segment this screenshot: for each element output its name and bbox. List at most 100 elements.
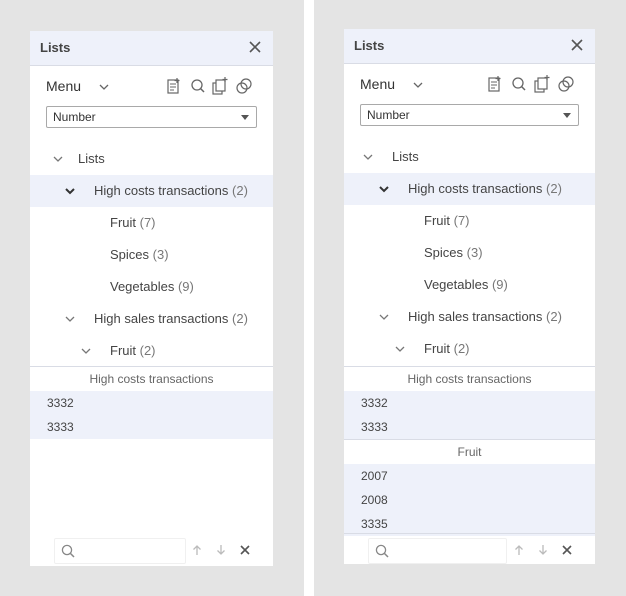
tree-item-label: Vegetables [110, 279, 175, 294]
arrow-up-icon[interactable] [191, 544, 203, 556]
tree-item-count: (2) [232, 311, 248, 326]
tree-item-lists-root[interactable]: Lists [30, 143, 273, 175]
tree-item-fruit[interactable]: Fruit (7) [344, 205, 595, 237]
tree-item-label: High sales transactions [408, 309, 543, 324]
search-icon [61, 544, 75, 558]
tree-item-high-costs-transactions[interactable]: High costs transactions (2) [30, 175, 273, 207]
sort-by-select[interactable]: Number [360, 104, 579, 126]
search-bar [30, 534, 273, 566]
tree-item-count: (7) [139, 215, 156, 230]
chevron-down-icon[interactable] [64, 313, 76, 325]
tree-item-label: Vegetables [424, 277, 489, 292]
tree-item-label: Fruit [110, 343, 136, 358]
panel-header: Lists [30, 31, 273, 66]
tree-item-lists-root[interactable]: Lists [344, 141, 595, 173]
chevron-down-icon[interactable] [98, 81, 110, 93]
tree-item-count: (2) [546, 181, 562, 196]
close-icon[interactable] [569, 37, 585, 53]
select-value: Number [367, 108, 410, 122]
search-bar [344, 533, 595, 566]
list-value-item[interactable]: 3333 [344, 415, 595, 439]
tree-item-count: (2) [546, 309, 562, 324]
tree-item-count: (2) [139, 343, 156, 358]
tree-item-label: Fruit [424, 341, 450, 356]
tree-item-fruit-sales[interactable]: Fruit (2) [344, 333, 595, 365]
chevron-down-icon[interactable] [378, 183, 390, 195]
chevron-down-icon[interactable] [394, 343, 406, 355]
tree-item-label: Lists [78, 151, 105, 166]
menu-row: Menu [30, 75, 273, 99]
tree-item-count: (3) [152, 247, 169, 262]
copy-list-icon[interactable] [534, 75, 550, 93]
search-icon[interactable] [190, 77, 206, 95]
list-value-item[interactable]: 3332 [344, 391, 595, 415]
tree-item-count: (9) [177, 279, 194, 294]
tree-item-vegetables[interactable]: Vegetables (9) [344, 269, 595, 301]
panel-title: Lists [40, 40, 71, 55]
arrow-down-icon[interactable] [215, 544, 227, 556]
tree-item-vegetables[interactable]: Vegetables (9) [30, 271, 273, 303]
tree-item-label: High sales transactions [94, 311, 229, 326]
sort-by-select[interactable]: Number [46, 106, 257, 128]
chevron-down-icon[interactable] [64, 185, 76, 197]
search-icon [375, 544, 389, 558]
compare-lists-icon[interactable] [558, 75, 574, 93]
new-list-icon[interactable] [487, 75, 503, 93]
tree-item-label: Fruit [110, 215, 136, 230]
screenshot-divider [304, 0, 314, 596]
select-value: Number [53, 110, 96, 124]
copy-list-icon[interactable] [212, 77, 228, 95]
compare-lists-icon[interactable] [236, 77, 252, 95]
list-value-item[interactable]: 3333 [30, 415, 273, 439]
tree-item-high-sales-transactions[interactable]: High sales transactions (2) [30, 303, 273, 335]
tree-item-count: (3) [466, 245, 483, 260]
panel-title: Lists [354, 38, 385, 53]
tree-item-count: (2) [232, 183, 248, 198]
tree-item-label: Lists [392, 149, 419, 164]
tree-item-spices[interactable]: Spices (3) [30, 239, 273, 271]
menu-row: Menu [344, 73, 595, 97]
list-contents-section: High costs transactions 3332 3333 [344, 366, 595, 439]
chevron-down-icon[interactable] [412, 79, 424, 91]
lists-tree: Lists High costs transactions (2) Fruit … [344, 141, 595, 365]
chevron-down-icon[interactable] [362, 151, 374, 163]
clear-search-icon[interactable] [239, 544, 251, 556]
tree-item-label: High costs transactions [408, 181, 543, 196]
tree-item-high-sales-transactions[interactable]: High sales transactions (2) [344, 301, 595, 333]
tree-item-label: Spices [424, 245, 464, 260]
section-header: Fruit [457, 445, 482, 459]
new-list-icon[interactable] [166, 77, 182, 95]
tree-item-label: Fruit [424, 213, 450, 228]
panel-header: Lists [344, 29, 595, 64]
tree-item-high-costs-transactions[interactable]: High costs transactions (2) [344, 173, 595, 205]
tree-item-count: (7) [453, 213, 470, 228]
chevron-down-icon[interactable] [52, 153, 64, 165]
search-icon[interactable] [511, 75, 527, 93]
section-header: High costs transactions [407, 372, 532, 386]
tree-item-count: (2) [453, 341, 470, 356]
list-contents-section: Fruit 2007 2008 3335 [344, 439, 595, 536]
tree-item-spices[interactable]: Spices (3) [344, 237, 595, 269]
tree-item-count: (9) [491, 277, 508, 292]
chevron-down-icon[interactable] [80, 345, 92, 357]
tree-item-fruit-sales[interactable]: Fruit (2) [30, 335, 273, 367]
list-value-item[interactable]: 2007 [344, 464, 595, 488]
chevron-down-icon[interactable] [378, 311, 390, 323]
search-input[interactable] [54, 538, 186, 564]
arrow-down-icon[interactable] [537, 544, 549, 556]
arrow-up-icon[interactable] [513, 544, 525, 556]
tree-item-fruit[interactable]: Fruit (7) [30, 207, 273, 239]
search-input[interactable] [368, 538, 507, 564]
list-value-item[interactable]: 2008 [344, 488, 595, 512]
lists-panel-2: Lists Menu Number Lists High costs trans… [344, 29, 595, 564]
section-header: High costs transactions [89, 372, 214, 386]
menu-button[interactable]: Menu [360, 76, 395, 92]
dropdown-arrow-icon [241, 115, 249, 120]
list-value-item[interactable]: 3332 [30, 391, 273, 415]
dropdown-arrow-icon [563, 113, 571, 118]
menu-button[interactable]: Menu [46, 78, 81, 94]
close-icon[interactable] [247, 39, 263, 55]
clear-search-icon[interactable] [561, 544, 573, 556]
tree-item-label: Spices [110, 247, 150, 262]
tree-item-label: High costs transactions [94, 183, 229, 198]
